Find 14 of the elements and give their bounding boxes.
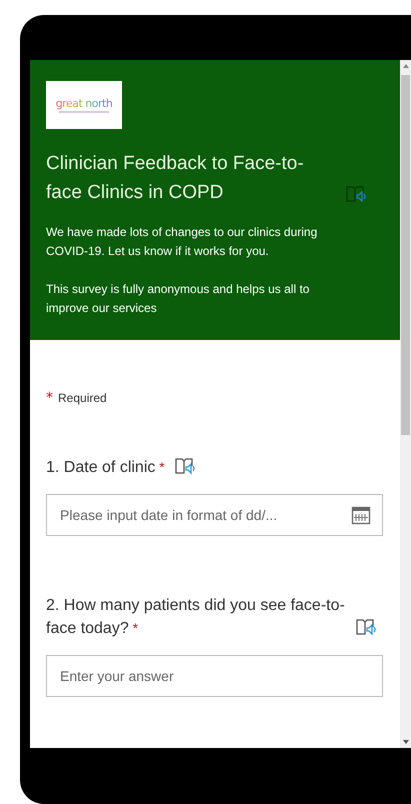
calendar-icon[interactable] — [351, 505, 371, 525]
form-description: This survey is fully anonymous and helps us all to improve our services — [46, 281, 310, 317]
question-title: 1. Date of clinic * — [46, 458, 165, 478]
immersive-reader-icon[interactable] — [346, 185, 368, 203]
answer-field[interactable]: Please input date in format of dd/... — [46, 494, 383, 536]
immersive-reader-icon[interactable] — [174, 457, 197, 475]
question-title: 2. How many patients did you see face-to-face today? * — [46, 596, 346, 639]
form-title: Clinician Feedback to Face-to-face Clinics in COPD — [46, 152, 305, 205]
required-label: Required — [58, 391, 107, 405]
logo-text: great north — [56, 97, 112, 110]
required-asterisk: * — [46, 390, 53, 406]
immersive-reader-icon[interactable] — [356, 618, 378, 636]
answer-field[interactable]: Enter your answer — [46, 655, 383, 697]
form-description: We have made lots of changes to our clinics during COVID-19. Let us know if it works for you. — [46, 224, 318, 260]
